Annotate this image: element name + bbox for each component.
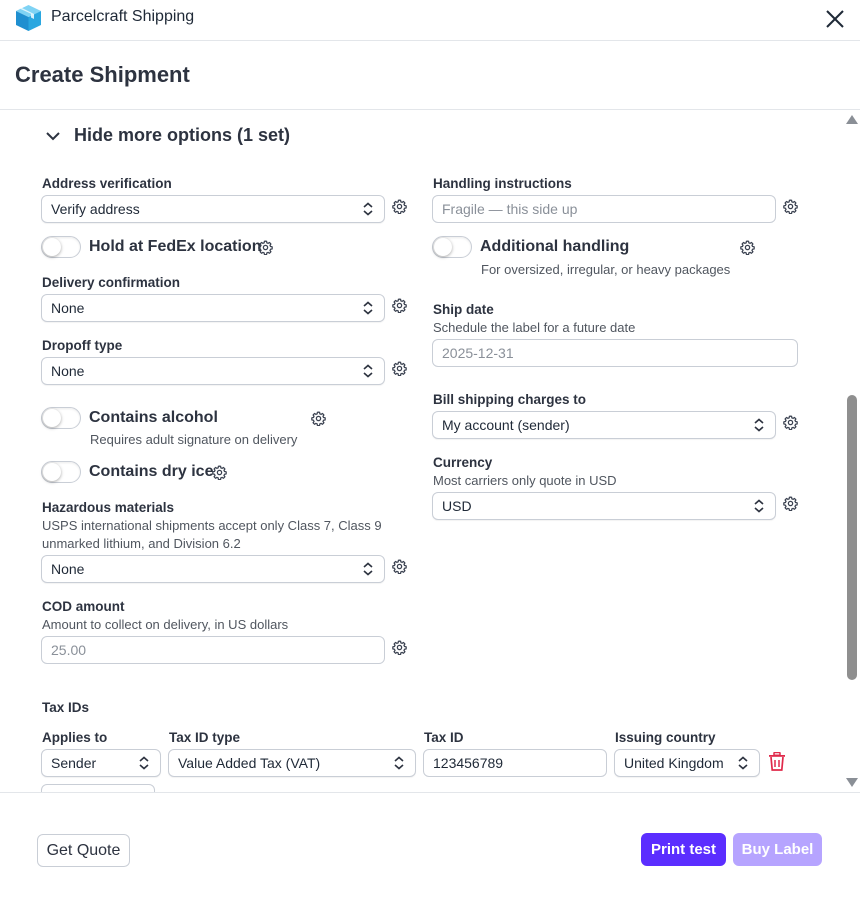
close-icon[interactable] bbox=[822, 6, 848, 32]
contains-alcohol-help: Requires adult signature on delivery bbox=[90, 432, 298, 447]
toggle-knob bbox=[43, 238, 61, 256]
select-chevron-icon bbox=[738, 756, 748, 770]
tax-applies-to-select[interactable]: Sender bbox=[41, 749, 161, 777]
currency-help: Most carriers only quote in USD bbox=[433, 473, 617, 488]
scroll-thumb[interactable] bbox=[847, 395, 857, 680]
tax-ids-title: Tax IDs bbox=[42, 700, 90, 715]
contains-alcohol-label: Contains alcohol bbox=[89, 409, 218, 426]
delivery-confirmation-select[interactable]: None bbox=[41, 294, 385, 322]
bill-to-value: My account (sender) bbox=[442, 417, 570, 433]
currency-value: USD bbox=[442, 498, 472, 514]
handling-instructions-input[interactable]: Fragile — this side up bbox=[432, 195, 776, 223]
handling-instructions-label: Handling instructions bbox=[433, 176, 572, 191]
cod-amount-input[interactable]: 25.00 bbox=[41, 636, 385, 664]
delivery-confirmation-label: Delivery confirmation bbox=[42, 275, 181, 290]
address-verification-value: Verify address bbox=[51, 201, 140, 217]
tax-id-input[interactable]: 123456789 bbox=[423, 749, 607, 777]
get-quote-button[interactable]: Get Quote bbox=[37, 834, 130, 867]
hold-fedex-toggle[interactable] bbox=[41, 236, 81, 258]
cod-amount-label: COD amount bbox=[42, 599, 125, 614]
options-panel: Hide more options (1 set) Address verifi… bbox=[0, 110, 844, 792]
tax-country-select[interactable]: United Kingdom bbox=[614, 749, 760, 777]
tax-col-country: Issuing country bbox=[615, 730, 716, 745]
toggle-knob bbox=[434, 238, 452, 256]
tax-applies-to-value: Sender bbox=[51, 755, 97, 771]
tax-col-applies-to: Applies to bbox=[42, 730, 108, 745]
scroll-down-arrow-icon[interactable] bbox=[846, 778, 858, 787]
contains-alcohol-gear-icon[interactable] bbox=[311, 411, 326, 426]
app-title: Parcelcraft Shipping bbox=[51, 8, 195, 25]
page-title: Create Shipment bbox=[15, 62, 190, 87]
contains-alcohol-toggle[interactable] bbox=[41, 407, 81, 429]
currency-gear-icon[interactable] bbox=[783, 496, 798, 511]
dropoff-type-gear-icon[interactable] bbox=[392, 361, 407, 376]
scroll-up-arrow-icon[interactable] bbox=[846, 115, 858, 124]
cod-amount-gear-icon[interactable] bbox=[392, 640, 407, 655]
bill-to-select[interactable]: My account (sender) bbox=[432, 411, 776, 439]
chevron-down-icon bbox=[46, 131, 60, 140]
bill-to-label: Bill shipping charges to bbox=[433, 392, 587, 407]
buy-label-button[interactable]: Buy Label bbox=[733, 833, 822, 866]
hazardous-materials-gear-icon[interactable] bbox=[392, 559, 407, 574]
tax-col-tax-id: Tax ID bbox=[424, 730, 464, 745]
select-chevron-icon bbox=[754, 499, 764, 513]
hazardous-materials-label: Hazardous materials bbox=[42, 500, 175, 515]
vertical-scrollbar[interactable] bbox=[844, 110, 860, 792]
delivery-confirmation-value: None bbox=[51, 300, 85, 316]
ship-date-help: Schedule the label for a future date bbox=[433, 320, 636, 335]
dropoff-type-value: None bbox=[51, 363, 85, 379]
select-chevron-icon bbox=[363, 202, 373, 216]
additional-handling-help: For oversized, irregular, or heavy packa… bbox=[481, 262, 731, 277]
title-bar: Parcelcraft Shipping bbox=[0, 0, 860, 41]
box-logo-icon bbox=[16, 5, 41, 31]
contains-dry-ice-gear-icon[interactable] bbox=[212, 465, 227, 480]
bill-to-gear-icon[interactable] bbox=[783, 415, 798, 430]
delivery-confirmation-gear-icon[interactable] bbox=[392, 298, 407, 313]
currency-label: Currency bbox=[433, 455, 493, 470]
select-chevron-icon bbox=[754, 418, 764, 432]
ship-date-input[interactable]: 2025-12-31 bbox=[432, 339, 798, 367]
print-test-button[interactable]: Print test bbox=[641, 833, 726, 866]
page-header: Create Shipment bbox=[0, 41, 860, 110]
hide-more-options-toggle[interactable]: Hide more options (1 set) bbox=[44, 125, 290, 146]
select-chevron-icon bbox=[363, 301, 373, 315]
cod-amount-help: Amount to collect on delivery, in US dol… bbox=[42, 617, 289, 632]
currency-select[interactable]: USD bbox=[432, 492, 776, 520]
ship-date-label: Ship date bbox=[433, 302, 494, 317]
hold-fedex-label: Hold at FedEx location bbox=[89, 238, 262, 255]
footer-actions: Get Quote Print test Buy Label bbox=[0, 792, 860, 902]
tax-country-value: United Kingdom bbox=[624, 755, 724, 771]
dropoff-type-select[interactable]: None bbox=[41, 357, 385, 385]
select-chevron-icon bbox=[363, 562, 373, 576]
tax-col-type: Tax ID type bbox=[169, 730, 241, 745]
contains-dry-ice-label: Contains dry ice bbox=[89, 463, 214, 480]
tax-type-select[interactable]: Value Added Tax (VAT) bbox=[168, 749, 416, 777]
hazardous-materials-select[interactable]: None bbox=[41, 555, 385, 583]
delete-tax-id-trash-icon[interactable] bbox=[768, 752, 786, 771]
tax-type-value: Value Added Tax (VAT) bbox=[178, 755, 321, 771]
contains-dry-ice-toggle[interactable] bbox=[41, 461, 81, 483]
additional-handling-toggle[interactable] bbox=[432, 236, 472, 258]
select-chevron-icon bbox=[394, 756, 404, 770]
hold-fedex-gear-icon[interactable] bbox=[258, 240, 273, 255]
additional-handling-label: Additional handling bbox=[480, 238, 630, 255]
toggle-knob bbox=[43, 409, 61, 427]
dropoff-type-label: Dropoff type bbox=[42, 338, 123, 353]
section-toggle-label: Hide more options (1 set) bbox=[74, 125, 291, 145]
address-verification-label: Address verification bbox=[42, 176, 172, 191]
toggle-knob bbox=[43, 463, 61, 481]
address-verification-gear-icon[interactable] bbox=[392, 199, 407, 214]
address-verification-select[interactable]: Verify address bbox=[41, 195, 385, 223]
select-chevron-icon bbox=[139, 756, 149, 770]
hazardous-materials-help-1: USPS international shipments accept only… bbox=[42, 518, 382, 533]
select-chevron-icon bbox=[363, 364, 373, 378]
add-tax-id-select-partial[interactable] bbox=[41, 784, 155, 792]
handling-instructions-gear-icon[interactable] bbox=[783, 199, 798, 214]
hazardous-materials-help-2: unmarked lithium, and Division 6.2 bbox=[42, 536, 241, 551]
additional-handling-gear-icon[interactable] bbox=[740, 240, 755, 255]
hazardous-materials-value: None bbox=[51, 561, 85, 577]
